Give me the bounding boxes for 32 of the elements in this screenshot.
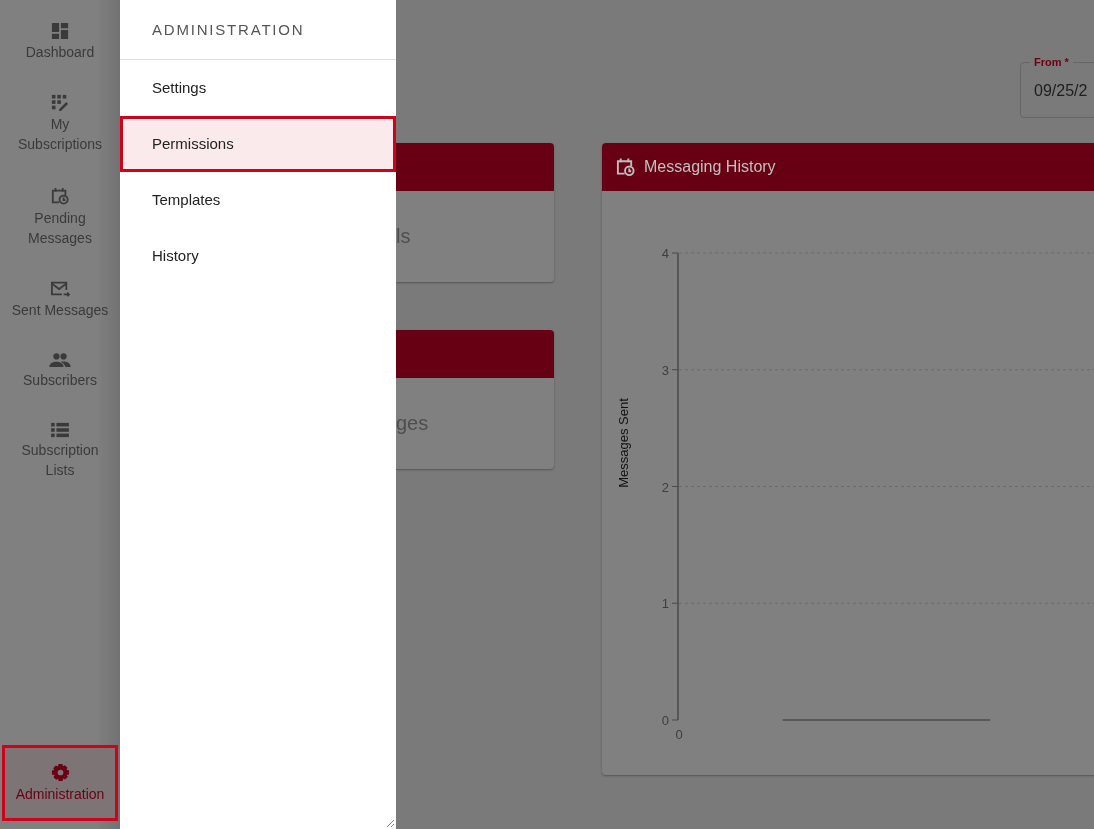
tick-label: 4	[661, 246, 669, 261]
field-label: From *	[1030, 56, 1073, 68]
grid-pencil-icon	[51, 94, 69, 112]
axis-title: Messages Sent	[616, 398, 631, 488]
sidebar-item[interactable]: My Subscriptions	[0, 91, 120, 157]
sidebar-item[interactable]: Subscription Lists	[0, 419, 120, 483]
sidebar-item[interactable]: Sent Messages	[0, 277, 120, 323]
sidebar-item[interactable]: Subscribers	[0, 349, 120, 393]
mail-icon	[50, 280, 70, 298]
menu-item[interactable]: Templates	[120, 172, 396, 228]
menu-item[interactable]: History	[120, 228, 396, 284]
tick-label: 1	[661, 596, 669, 612]
calendar-clock-icon	[616, 156, 635, 178]
tick-label: 0	[675, 727, 683, 742]
tick-mark	[671, 602, 679, 604]
list-icon	[51, 422, 69, 438]
tick-label: 2	[661, 479, 669, 495]
dashboard-icon	[51, 22, 69, 40]
sidebar-item[interactable]: Administration	[2, 745, 118, 821]
tick-mark	[671, 369, 679, 371]
people-icon	[49, 352, 71, 368]
sidebar-item[interactable]: Pending Messages	[0, 183, 120, 251]
sidebar-item[interactable]: Dashboard	[0, 19, 120, 65]
menu-item[interactable]: Permissions	[120, 116, 396, 172]
card-title: Messaging History	[644, 158, 776, 176]
tick-label: 0	[661, 713, 669, 728]
calendar-clock-icon	[51, 186, 69, 206]
resize-handle-icon[interactable]	[385, 818, 395, 828]
gear-icon	[50, 762, 70, 782]
tick-mark	[671, 486, 679, 487]
tick-label: 3	[661, 362, 669, 378]
menu-item[interactable]: Settings	[120, 60, 396, 116]
